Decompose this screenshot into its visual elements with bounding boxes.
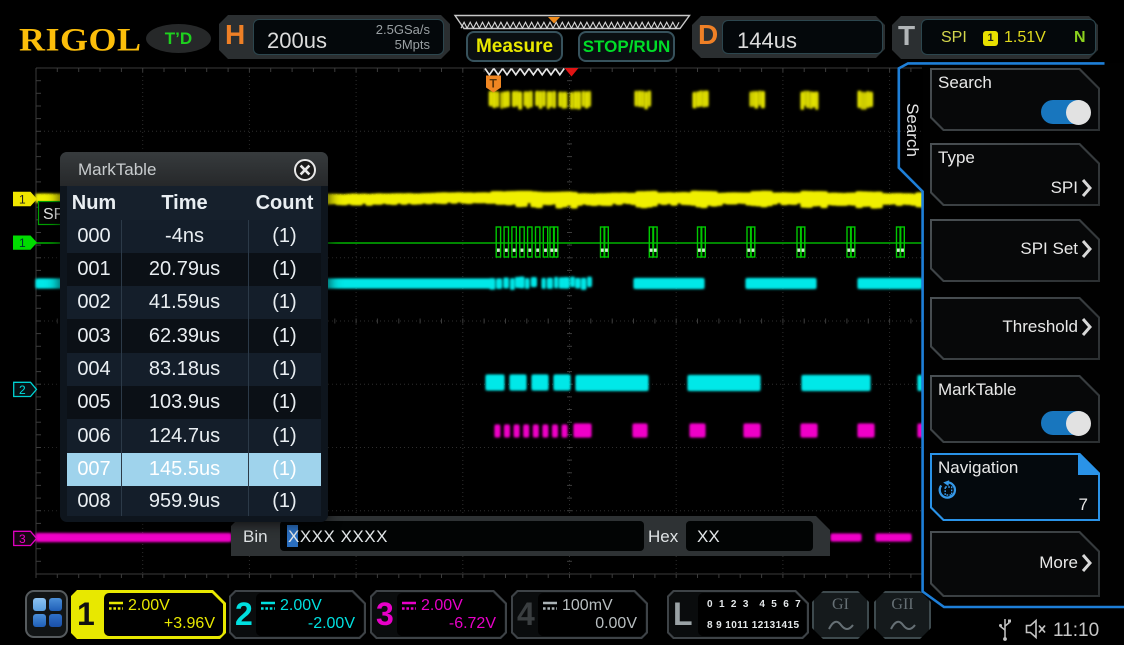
svg-text:1: 1 xyxy=(19,236,26,250)
svg-text:3: 3 xyxy=(19,532,26,546)
svg-text:2: 2 xyxy=(19,383,26,397)
svg-text:1: 1 xyxy=(19,193,26,207)
svg-text:T: T xyxy=(490,77,498,91)
